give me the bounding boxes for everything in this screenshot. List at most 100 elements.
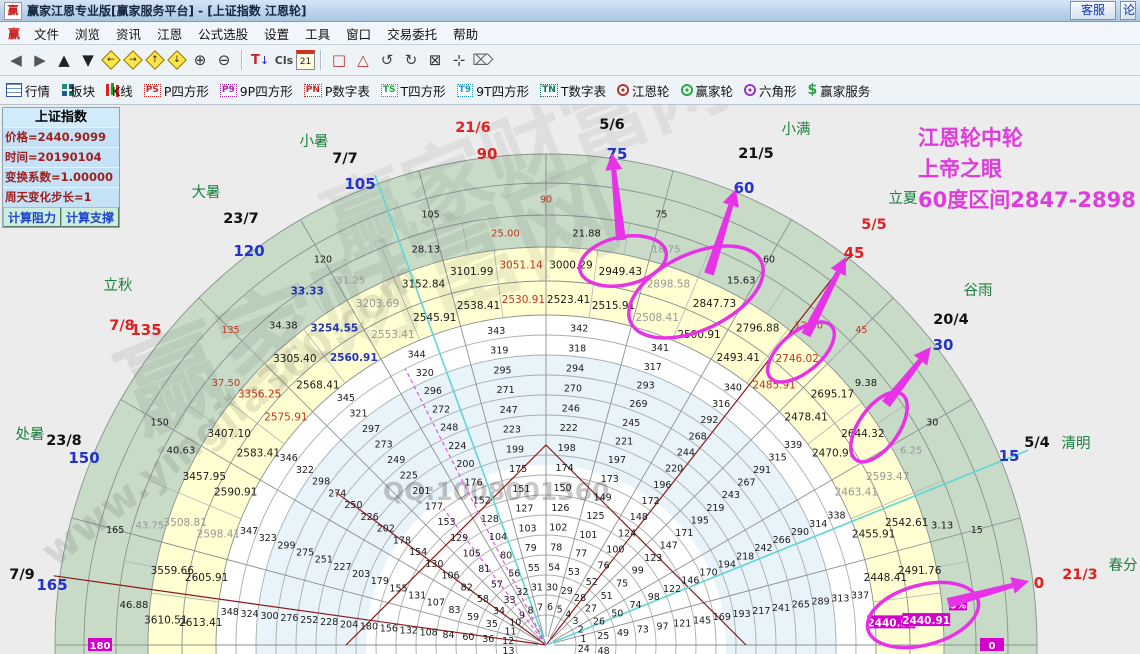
menu-item-帮助[interactable]: 帮助 [445,22,486,44]
feature-label: P四方形 [163,83,209,99]
degree-ring-value: 165 [106,525,124,536]
menu-item-设置[interactable]: 设置 [256,22,297,44]
spiral-number: 317 [644,362,662,373]
tool-icon-18[interactable]: ↻ [400,48,422,72]
kline-icon [106,84,110,96]
tool-icon-15[interactable]: □ [328,48,350,72]
calc-button-计算阻力[interactable]: 计算阻力 [3,207,61,227]
feature-赢家轮[interactable]: 赢家轮 [680,81,733,100]
diamond-arrow-icon[interactable]: ← [101,50,121,70]
spiral-number: 128 [481,514,499,525]
badge-icon: P9 [219,83,237,97]
spiral-number: 204 [340,619,358,630]
spiral-number: 298 [312,477,330,488]
diamond-arrow-icon[interactable]: ↓ [167,50,187,70]
annotation-line: 60度区间2847-2898 [918,188,1136,212]
price-inner-ring-value: 2598.41 [197,528,240,540]
spiral-number: 8 [528,605,534,616]
outer-degree-label: 15 [999,447,1020,465]
spiral-number: 77 [575,549,587,560]
spiral-number: 294 [566,364,584,375]
tool-icon-2[interactable]: ▲ [53,48,75,72]
calendar-date-label: 21/5 [738,146,774,162]
tool-icon-12[interactable]: Cls [273,48,295,72]
menu-item-工具[interactable]: 工具 [297,22,338,44]
t-cycle-icon[interactable]: T ↓ [249,48,271,72]
feature-赢家服务[interactable]: $ 赢家服务 [808,81,871,100]
degree-ring-value: 105 [421,210,439,221]
spiral-number: 79 [525,543,537,554]
clipped-button[interactable]: 论 [1120,1,1136,20]
spiral-number: 28 [574,593,586,604]
tool-icon-9[interactable]: ⊖ [213,48,235,72]
spiral-number: 267 [737,478,755,489]
feature-T四方形[interactable]: TS T四方形 [380,81,446,100]
menu-item-公式选股[interactable]: 公式选股 [190,22,256,44]
degree-ring-value: 135 [222,325,240,336]
feature-T数字表[interactable]: TN T数字表 [540,81,606,100]
spiral-number: 51 [601,591,613,602]
tool-icon-20[interactable]: ⊹ [448,48,470,72]
spiral-number: 198 [558,443,576,454]
diamond-arrow-icon[interactable]: ↑ [145,50,165,70]
degree-ring-value: 150 [151,418,169,429]
feature-P四方形[interactable]: PS P四方形 [143,81,209,100]
tool-icon-3[interactable]: ▼ [77,48,99,72]
feature-板块[interactable]: 板块 [61,81,95,100]
calendar-date-label: 20/4 [933,312,969,328]
menu-bar: 赢 文件 浏览 资讯 江恩 公式选股 设置 工具 窗口 交易委托 帮助 [0,22,1140,45]
spiral-number: 13 [502,646,514,654]
spiral-number: 148 [630,512,648,523]
degree-ring-value: 45 [855,325,867,336]
tool-icon-17[interactable]: ↺ [376,48,398,72]
info-row: 时间=20190104 [3,147,119,167]
spiral-number: 200 [456,459,474,470]
spiral-number: 171 [675,528,693,539]
spiral-number: 343 [487,326,505,337]
feature-P数字表[interactable]: PN P数字表 [303,81,370,100]
spiral-number: 313 [831,593,849,604]
spiral-number: 24 [578,644,590,654]
price-inner-ring-value: 2575.91 [264,411,307,423]
feature-9T四方形[interactable]: T9 9T四方形 [456,81,529,100]
tool-icon-19[interactable]: ⊠ [424,48,446,72]
spiral-number: 2 [578,625,584,636]
calendar-icon[interactable]: 21 [296,50,315,70]
tool-icon-8[interactable]: ⊕ [189,48,211,72]
spiral-number: 199 [506,444,524,455]
customer-service-button[interactable]: 客服 [1069,1,1116,20]
tool-icon-21[interactable]: ⌦ [472,48,494,72]
tool-icon-16[interactable]: △ [352,48,374,72]
feature-六角形[interactable]: 六角形 [744,81,797,100]
spiral-number: 33 [503,595,515,606]
chart-area: 赢家财富网 赢家财富网 www.yingjia360.com QQ:100800136… [0,105,1140,654]
spiral-number: 220 [665,464,683,475]
feature-行情[interactable]: 行情 [6,81,50,100]
feature-9P四方形[interactable]: P9 9P四方形 [219,81,293,100]
spiral-number: 48 [598,646,610,654]
menu-item-资讯[interactable]: 资讯 [108,22,149,44]
price-inner-ring-value: 2583.41 [237,447,280,459]
calc-button-计算支撑[interactable]: 计算支撑 [61,207,119,227]
menu-item-江恩[interactable]: 江恩 [149,22,190,44]
menu-item-浏览[interactable]: 浏览 [67,22,108,44]
menu-item-窗口[interactable]: 窗口 [338,22,379,44]
spiral-number: 245 [622,418,640,429]
spiral-number: 196 [653,480,671,491]
outer-degree-label: 165 [36,576,67,594]
degree-ring-value: 0 [989,641,996,652]
blocks-icon [62,84,68,89]
menu-item-文件[interactable]: 文件 [26,22,67,44]
menu-item-交易委托[interactable]: 交易委托 [379,22,445,44]
tool-icon-0[interactable]: ◀ [5,48,27,72]
diamond-arrow-icon[interactable]: → [123,50,143,70]
spiral-number: 177 [425,502,443,513]
spiral-number: 250 [344,500,362,511]
grid-icon [6,83,22,97]
annotation-line: 上帝之眼 [918,157,1002,181]
feature-K线[interactable]: K线 [106,81,133,100]
feature-江恩轮[interactable]: 江恩轮 [616,81,670,100]
tool-icon-1[interactable]: ▶ [29,48,51,72]
spiral-number: 146 [681,576,699,587]
spiral-number: 180 [360,621,378,632]
